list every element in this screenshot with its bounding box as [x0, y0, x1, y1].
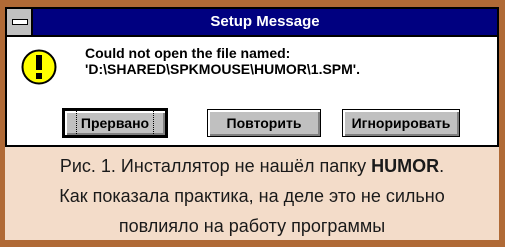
retry-button[interactable]: Повторить: [207, 109, 321, 137]
dialog-message: Could not open the file named: 'D:\SHARE…: [85, 45, 360, 77]
caption-line-1-end: .: [439, 156, 445, 176]
message-line-2: 'D:\SHARED\SPKMOUSE\HUMOR\1.SPM'.: [85, 61, 361, 77]
caption-folder-name: HUMOR: [371, 156, 440, 176]
caption-line-1: Рис. 1. Инсталлятор не нашёл папку HUMOR…: [5, 151, 499, 181]
system-menu-icon: [12, 19, 28, 25]
page-frame: Setup Message Could not open the file na…: [0, 0, 505, 247]
dialog-title: Setup Message: [210, 13, 320, 30]
caption-line-2: Как показала практика, на деле это не си…: [59, 186, 445, 206]
caption-line-1-text: Рис. 1. Инсталлятор не нашёл папку: [59, 156, 372, 176]
ignore-button[interactable]: Игнорировать: [342, 109, 460, 137]
abort-button-label: Прервано: [75, 110, 155, 136]
system-menu-button[interactable]: [7, 9, 33, 35]
abort-button[interactable]: Прервано: [62, 108, 168, 138]
dialog-body: Could not open the file named: 'D:\SHARE…: [7, 37, 497, 145]
message-line-1: Could not open the file named:: [85, 45, 291, 61]
figure-caption: Рис. 1. Инсталлятор не нашёл папку HUMOR…: [5, 147, 499, 240]
exclamation-icon: [21, 49, 57, 85]
setup-message-dialog: Setup Message Could not open the file na…: [5, 7, 499, 147]
title-bar[interactable]: Setup Message: [7, 9, 497, 35]
ignore-button-label: Игнорировать: [351, 115, 451, 131]
caption-line-3: повлияло на работу программы: [118, 216, 386, 236]
retry-button-label: Повторить: [226, 115, 302, 131]
